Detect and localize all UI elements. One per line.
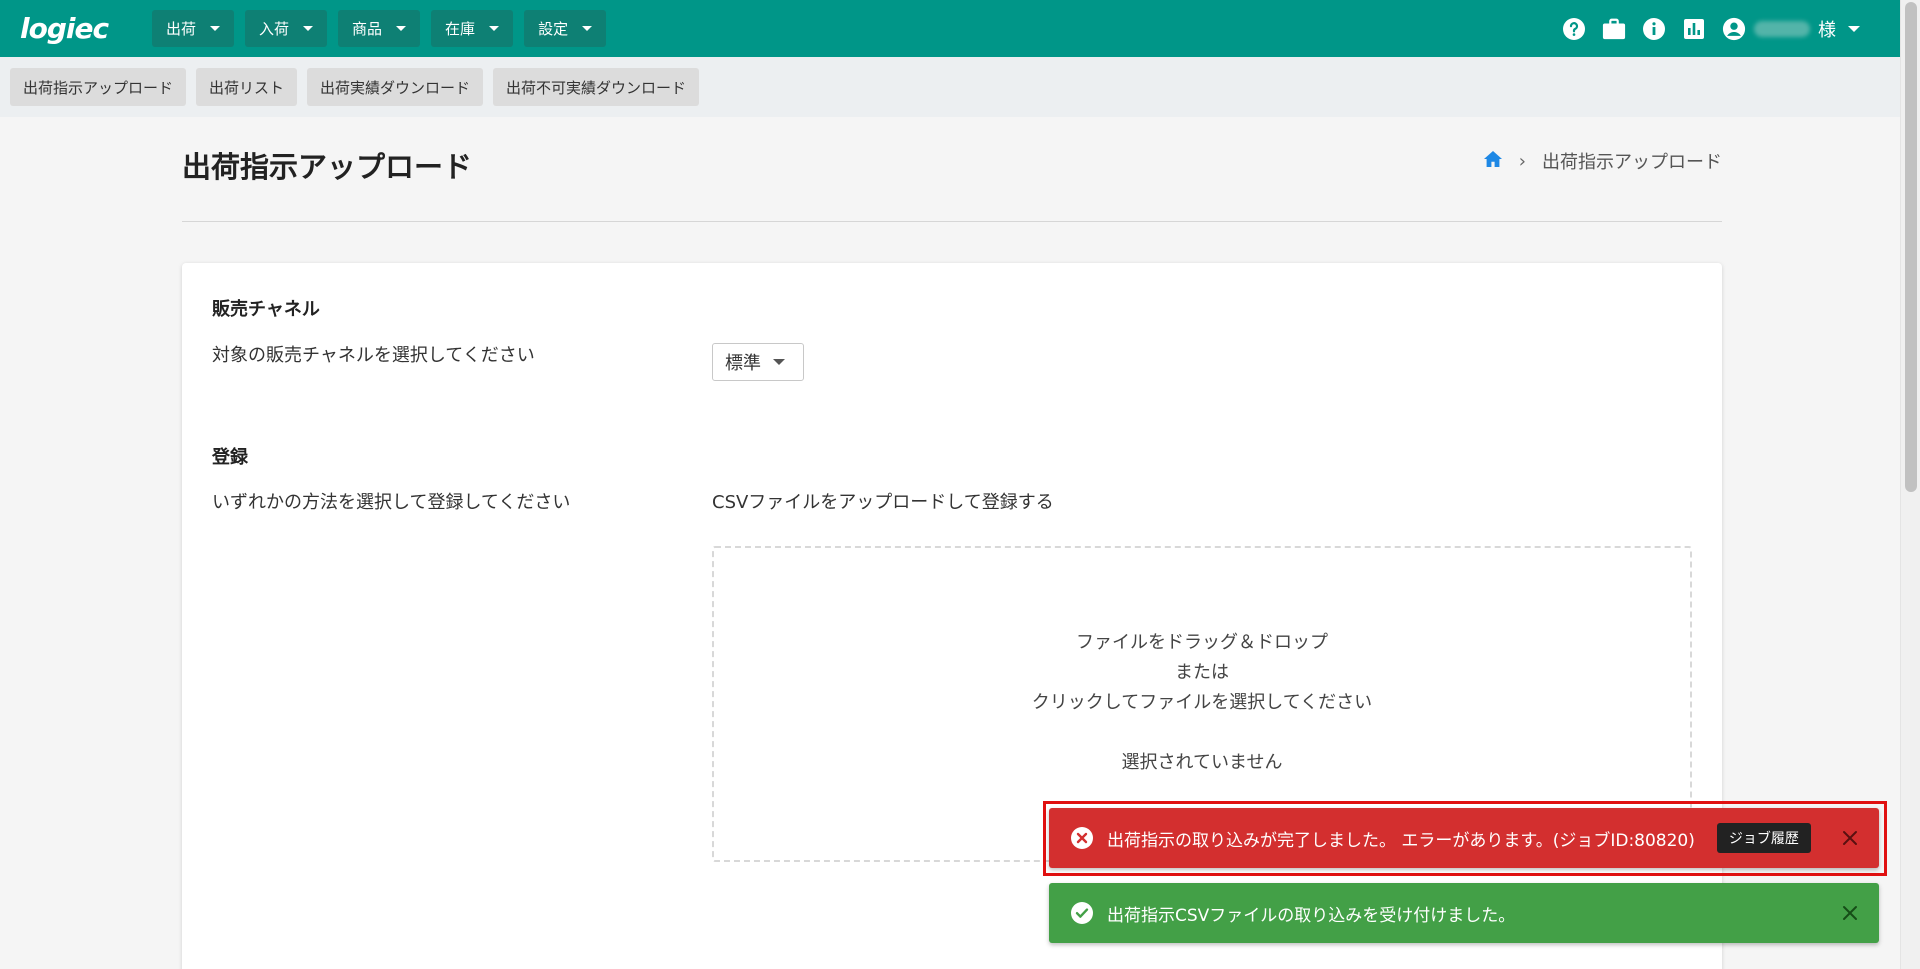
header-divider <box>182 221 1722 222</box>
top-right-actions: 様 <box>1546 0 1860 57</box>
menu-label: 出荷 <box>166 20 197 38</box>
register-section-title: 登録 <box>212 447 248 468</box>
menu-inventory[interactable]: 在庫 <box>431 10 514 47</box>
chevron-down-icon <box>582 26 593 31</box>
chevron-down-icon <box>210 26 221 31</box>
subnav-shipping-upload[interactable]: 出荷指示アップロード <box>10 68 187 106</box>
dropzone-line-2: または <box>1175 662 1229 683</box>
dropzone-status: 選択されていません <box>1121 752 1283 773</box>
channel-select[interactable]: 標準 <box>712 343 804 381</box>
channel-label: 対象の販売チャネルを選択してください <box>212 345 535 366</box>
sub-toolbar: 出荷指示アップロード 出荷リスト 出荷実績ダウンロード 出荷不可実績ダウンロード <box>0 57 1900 117</box>
user-suffix: 様 <box>1818 19 1836 41</box>
channel-selected-value: 標準 <box>725 353 761 374</box>
dropzone-line-3: クリックしてファイルを選択してください <box>1031 692 1373 713</box>
subnav-unshippable-results-download[interactable]: 出荷不可実績ダウンロード <box>493 68 700 106</box>
account-circle-icon[interactable] <box>1722 17 1746 41</box>
top-navbar: logiec 出荷 入荷 商品 在庫 設定 様 <box>0 0 1900 57</box>
csv-method-label: CSVファイルをアップロードして登録する <box>712 492 1054 513</box>
check-circle-icon <box>1071 902 1093 924</box>
vertical-scrollbar[interactable] <box>1900 0 1920 969</box>
close-icon[interactable] <box>1839 902 1861 924</box>
briefcase-icon[interactable] <box>1602 17 1626 41</box>
error-toast: 出荷指示の取り込みが完了しました。 エラーがあります。(ジョブID:80820)… <box>1049 808 1879 868</box>
user-name-redacted <box>1754 20 1810 37</box>
bar-chart-icon[interactable] <box>1682 17 1706 41</box>
channel-section-title: 販売チャネル <box>212 299 320 320</box>
home-icon[interactable] <box>1483 150 1503 173</box>
chevron-down-icon <box>396 26 407 31</box>
page-title: 出荷指示アップロード <box>182 150 473 184</box>
menu-label: 商品 <box>352 20 383 38</box>
menu-receiving[interactable]: 入荷 <box>245 10 328 47</box>
chevron-down-icon <box>489 26 500 31</box>
help-icon[interactable] <box>1562 17 1586 41</box>
chevron-down-icon <box>303 26 314 31</box>
close-icon[interactable] <box>1839 827 1861 849</box>
chevron-down-icon <box>773 359 785 365</box>
breadcrumb-current: 出荷指示アップロード <box>1542 152 1722 173</box>
menu-label: 設定 <box>538 20 569 38</box>
scrollbar-thumb[interactable] <box>1905 2 1917 492</box>
register-label: いずれかの方法を選択して登録してください <box>212 492 571 513</box>
app-logo[interactable]: logiec <box>20 12 118 45</box>
menu-label: 在庫 <box>445 20 476 38</box>
menu-label: 入荷 <box>259 20 290 38</box>
chevron-down-icon <box>1848 25 1860 32</box>
menu-settings[interactable]: 設定 <box>524 10 607 47</box>
error-toast-message: 出荷指示の取り込みが完了しました。 エラーがあります。(ジョブID:80820) <box>1107 830 1695 851</box>
menu-shipping[interactable]: 出荷 <box>152 10 235 47</box>
breadcrumb: › 出荷指示アップロード <box>1483 148 1722 174</box>
subnav-shipping-list[interactable]: 出荷リスト <box>196 68 298 106</box>
dropzone-line-1: ファイルをドラッグ＆ドロップ <box>1076 632 1328 653</box>
subnav-shipping-results-download[interactable]: 出荷実績ダウンロード <box>307 68 484 106</box>
error-circle-icon <box>1071 827 1093 849</box>
success-toast-message: 出荷指示CSVファイルの取り込みを受け付けました。 <box>1107 905 1516 926</box>
info-icon[interactable] <box>1642 17 1666 41</box>
success-toast: 出荷指示CSVファイルの取り込みを受け付けました。 <box>1049 883 1879 943</box>
user-menu[interactable]: 様 <box>1754 16 1860 42</box>
job-history-button[interactable]: ジョブ履歴 <box>1716 823 1811 853</box>
chevron-right-icon: › <box>1518 150 1526 172</box>
menu-products[interactable]: 商品 <box>338 10 421 47</box>
